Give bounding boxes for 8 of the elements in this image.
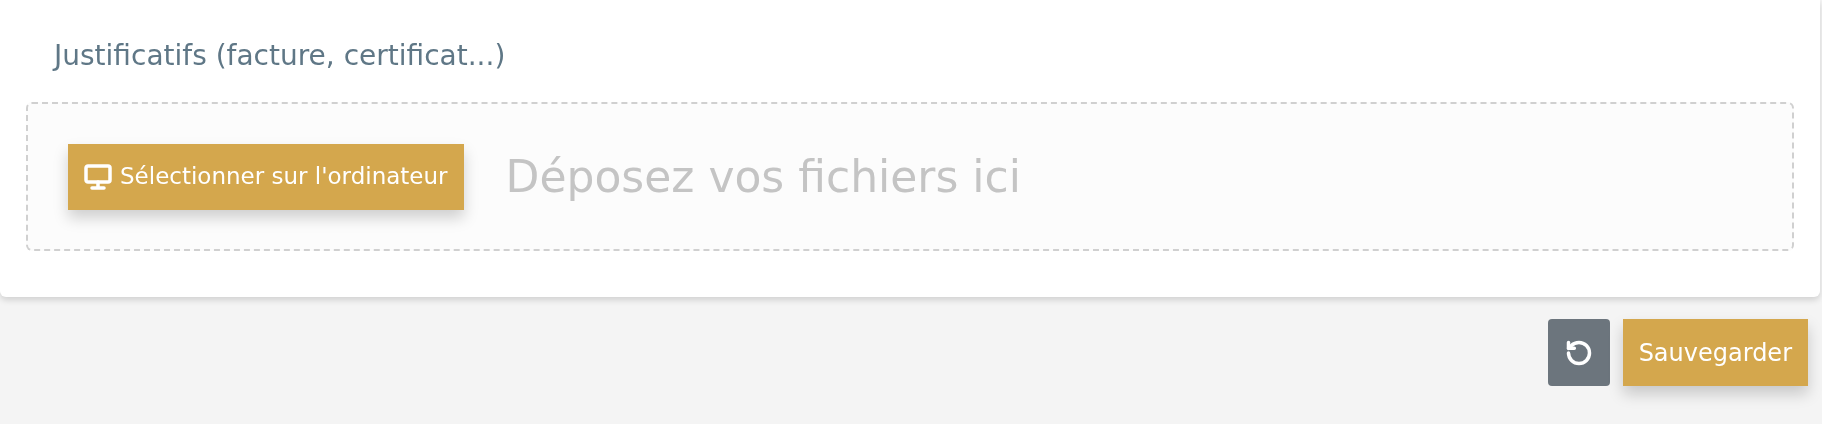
monitor-icon — [84, 163, 112, 190]
dropzone-placeholder: Déposez vos fichiers ici — [505, 149, 1021, 204]
select-file-button[interactable]: Sélectionner sur l'ordinateur — [68, 143, 464, 210]
reset-button[interactable] — [1547, 319, 1610, 386]
section-title: Justificatifs (facture, certificat...) — [54, 38, 507, 74]
undo-icon — [1564, 338, 1593, 367]
file-dropzone[interactable]: Sélectionner sur l'ordinateur Déposez vos fichiers ici — [26, 102, 1794, 251]
save-button[interactable]: Sauvegarder — [1622, 319, 1808, 386]
